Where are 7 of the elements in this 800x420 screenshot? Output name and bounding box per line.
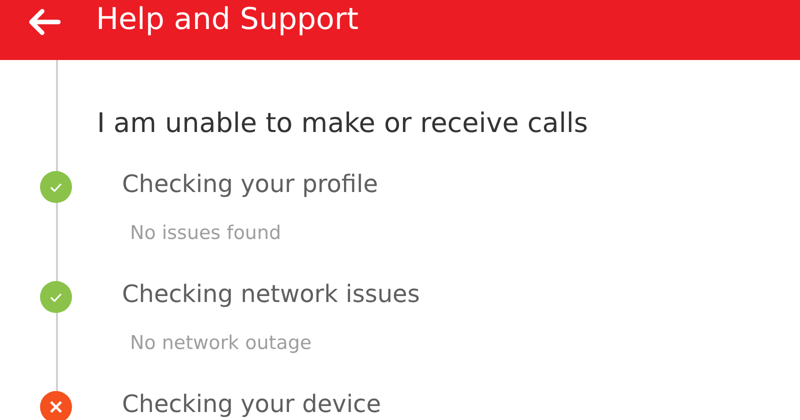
step-title: Checking your device — [122, 390, 382, 420]
step-title: Checking your profile — [122, 170, 379, 200]
step-result: No network outage — [130, 331, 313, 356]
step-result: No issues found — [130, 221, 282, 246]
screen-title: Help and Support — [96, 2, 358, 38]
issue-heading: I am unable to make or receive calls — [97, 107, 589, 140]
step-title: Checking network issues — [122, 280, 421, 310]
